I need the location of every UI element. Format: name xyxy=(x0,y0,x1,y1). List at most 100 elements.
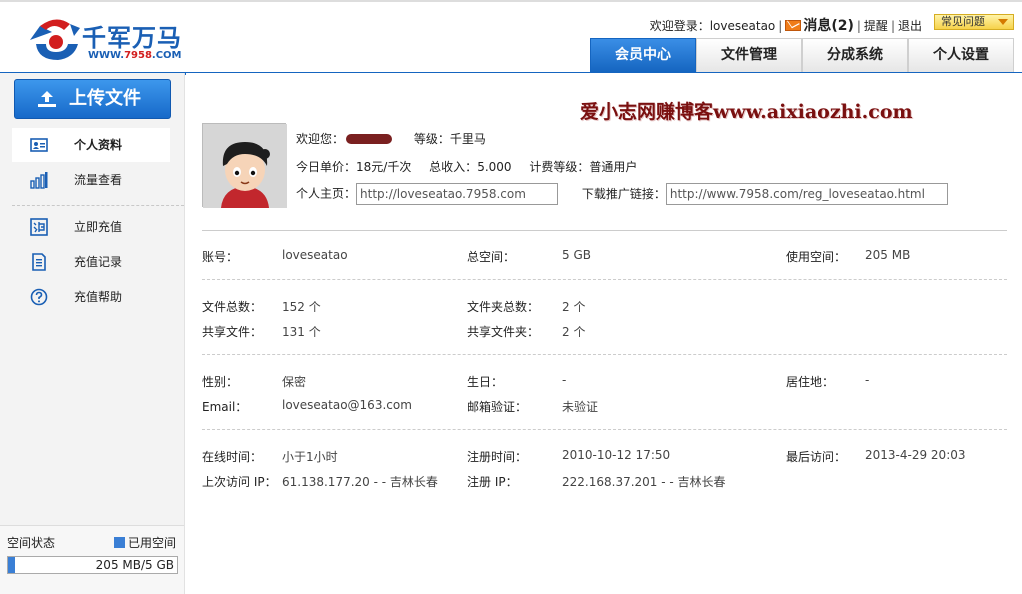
register-time-label: 注册时间： xyxy=(467,450,528,464)
sidebar-divider xyxy=(12,205,184,206)
tab-member-center[interactable]: 会员中心 xyxy=(590,38,696,72)
tab-personal-settings[interactable]: 个人设置 xyxy=(908,38,1014,72)
sidebar-item-traffic[interactable]: 流量查看 xyxy=(12,163,170,197)
main-nav: 会员中心 文件管理 分成系统 个人设置 xyxy=(590,38,1014,72)
faq-dropdown[interactable]: 常见问题 xyxy=(934,14,1014,30)
welcome-label: 欢迎您： xyxy=(296,132,345,146)
section-divider xyxy=(202,354,1007,355)
logo-domain-suffix: .COM xyxy=(151,50,182,61)
last-visit-label: 最后访问： xyxy=(786,450,847,464)
upload-file-label: 上传文件 xyxy=(69,88,141,109)
sidebar-item-label: 充值记录 xyxy=(74,255,123,269)
shared-folders-value: 2 个 xyxy=(562,325,586,339)
header: 千军万马 WWW.7958.COM 欢迎登录：loveseatao | 消息(2) |… xyxy=(0,0,1022,75)
watermark-text: 爱小志网赚博客www.aixiaozhi.com xyxy=(580,101,913,123)
sidebar-item-recharge-history[interactable]: 充值记录 xyxy=(12,245,170,279)
profile-card-icon xyxy=(30,138,48,152)
account-label: 账号： xyxy=(202,250,239,264)
total-folders-label: 文件夹总数： xyxy=(467,300,540,314)
remind-link[interactable]: 提醒 xyxy=(864,19,888,33)
bar-chart-icon xyxy=(30,172,48,189)
space-usage-text: 205 MB/5 GB xyxy=(95,558,174,572)
document-icon xyxy=(32,253,46,271)
main-content: 爱小志网赚博客www.aixiaozhi.com 欢迎您： 等级：千里马 今日单… xyxy=(186,73,1022,594)
sidebar-item-recharge-help[interactable]: 充值帮助 xyxy=(12,280,170,314)
space-progress-fill xyxy=(8,557,15,573)
profile-income-row: 今日单价：18元/千次 总收入：5.000 计费等级：普通用户 xyxy=(296,158,637,175)
register-ip-value: 222.168.37.201 - - 吉林长春 xyxy=(562,475,726,489)
total-space-value: 5 GB xyxy=(562,248,591,262)
sidebar-item-label: 流量查看 xyxy=(74,173,123,187)
used-space-legend-label: 已用空间 xyxy=(127,536,176,550)
section-divider xyxy=(202,429,1007,430)
logo-domain-number: 7958 xyxy=(124,50,152,61)
shared-folders-label: 共享文件夹： xyxy=(467,325,540,339)
sidebar-item-recharge[interactable]: 立即充值 xyxy=(12,210,170,244)
sidebar: 上传文件 个人资料 流量查看 立即充值 充值记录 充值帮助 空间状态 已用空间 … xyxy=(0,73,185,594)
section-divider xyxy=(202,279,1007,280)
faq-label: 常见问题 xyxy=(941,15,985,28)
tab-file-management[interactable]: 文件管理 xyxy=(696,38,802,72)
email-label: Email： xyxy=(202,400,248,414)
last-ip-label: 上次访问 IP： xyxy=(202,475,277,489)
mail-icon[interactable] xyxy=(785,20,802,31)
email-value: loveseatao@163.com xyxy=(282,398,412,412)
sidebar-item-profile[interactable]: 个人资料 xyxy=(12,128,170,162)
redacted-username xyxy=(346,134,393,144)
site-logo[interactable]: 千军万马 WWW.7958.COM xyxy=(26,14,196,66)
gender-label: 性别： xyxy=(202,375,239,389)
upload-icon xyxy=(38,91,56,107)
sidebar-item-label: 立即充值 xyxy=(74,220,123,234)
username-link[interactable]: loveseatao xyxy=(710,19,776,33)
total-space-label: 总空间： xyxy=(467,250,516,264)
space-status-label: 空间状态 xyxy=(7,536,56,550)
messages-link[interactable]: 消息(2) xyxy=(803,18,854,34)
cartoon-avatar-icon xyxy=(203,124,287,208)
space-progress-bar: 205 MB/5 GB xyxy=(7,556,178,574)
register-ip-label: 注册 IP： xyxy=(467,475,518,489)
income-value: 5.000 xyxy=(477,160,512,174)
homepage-label: 个人主页： xyxy=(296,186,357,201)
logout-link[interactable]: 退出 xyxy=(898,19,922,33)
total-files-label: 文件总数： xyxy=(202,300,263,314)
logo-domain-prefix: WWW. xyxy=(88,50,125,61)
online-time-value: 小于1小时 xyxy=(282,450,338,464)
sidebar-item-label: 充值帮助 xyxy=(74,290,123,304)
last-ip-value: 61.138.177.20 - - 吉林长春 xyxy=(282,475,438,489)
avatar[interactable] xyxy=(202,123,287,208)
last-visit-value: 2013-4-29 20:03 xyxy=(865,448,966,462)
logo-text: 千军万马 xyxy=(82,24,182,52)
profile-welcome-row: 欢迎您： 等级：千里马 xyxy=(296,130,486,147)
gender-value: 保密 xyxy=(282,375,307,389)
income-label: 总收入： xyxy=(429,160,478,174)
shared-files-label: 共享文件： xyxy=(202,325,263,339)
separator: | xyxy=(778,19,783,33)
help-icon xyxy=(30,288,48,306)
total-folders-value: 2 个 xyxy=(562,300,586,314)
top-links: 欢迎登录：loveseatao | 消息(2) | 提醒 | 退出 xyxy=(650,15,922,35)
residence-value: - xyxy=(865,373,870,387)
recharge-icon xyxy=(30,218,48,236)
logo-domain: WWW.7958.COM xyxy=(88,50,182,61)
profile-links-row: 个人主页： http://loveseatao.7958.com 下载推广链接： h… xyxy=(296,183,948,205)
homepage-url-field[interactable]: http://loveseatao.7958.com xyxy=(356,183,559,205)
birthday-label: 生日： xyxy=(467,375,504,389)
billing-value: 普通用户 xyxy=(589,160,638,174)
price-label: 今日单价： xyxy=(296,160,357,174)
sidebar-item-label: 个人资料 xyxy=(74,138,123,152)
welcome-label: 欢迎登录： xyxy=(649,19,710,33)
space-status-panel: 空间状态 已用空间 205 MB/5 GB xyxy=(0,525,184,594)
used-space-label: 使用空间： xyxy=(786,250,847,264)
online-time-label: 在线时间： xyxy=(202,450,263,464)
billing-label: 计费等级： xyxy=(529,160,590,174)
separator: | xyxy=(856,19,861,33)
tab-revenue-share[interactable]: 分成系统 xyxy=(802,38,908,72)
account-value: loveseatao xyxy=(282,248,348,262)
upload-file-button[interactable]: 上传文件 xyxy=(14,79,171,119)
residence-label: 居住地： xyxy=(786,375,835,389)
total-files-value: 152 个 xyxy=(282,300,321,314)
logo-emblem-icon xyxy=(30,19,80,60)
chevron-down-icon xyxy=(998,19,1008,25)
level-label: 等级： xyxy=(413,132,450,146)
promo-url-field[interactable]: http://www.7958.com/reg_loveseatao.html xyxy=(665,183,948,205)
